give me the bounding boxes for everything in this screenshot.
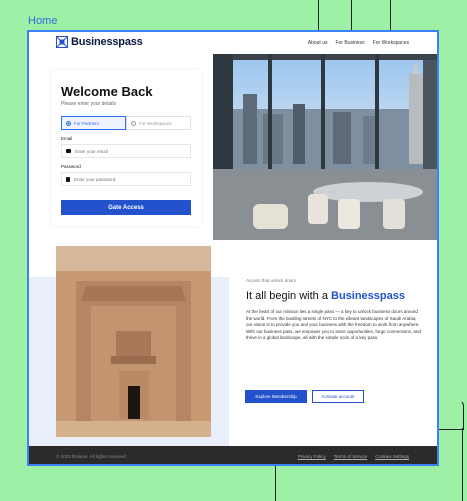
promo-body: At the heart of our mission lies a singl… bbox=[246, 309, 421, 340]
account-type-selector: For Partners For Workspaces bbox=[61, 116, 191, 130]
callout-line-activate-drop bbox=[462, 428, 463, 501]
top-navigation: Businesspass About us For Business For W… bbox=[29, 32, 437, 54]
radio-icon bbox=[66, 120, 71, 126]
password-input[interactable] bbox=[74, 176, 174, 182]
headline-brand: Businesspass bbox=[331, 290, 405, 302]
login-card: Welcome Back Please enter your details F… bbox=[51, 70, 201, 226]
callout-line-workspaces bbox=[390, 0, 391, 31]
option-label: For Partners bbox=[74, 120, 100, 126]
lock-icon bbox=[66, 176, 70, 182]
password-field[interactable] bbox=[61, 172, 191, 186]
brand-name: Businesspass bbox=[71, 36, 143, 48]
activate-account-button[interactable]: Activate account bbox=[312, 390, 364, 403]
footer-link-cookies-settings[interactable]: Cookies Settings bbox=[375, 454, 409, 459]
email-label: Email bbox=[61, 136, 73, 141]
promo-headline: It all begin with a Businesspass bbox=[246, 290, 405, 302]
mail-icon bbox=[66, 149, 71, 153]
password-label: Password bbox=[61, 164, 81, 169]
gate-access-button[interactable]: Gate Access bbox=[61, 200, 191, 215]
email-input[interactable] bbox=[75, 148, 175, 154]
option-for-partners[interactable]: For Partners bbox=[61, 116, 126, 130]
nav-link-about-us[interactable]: About us bbox=[308, 40, 328, 46]
callout-line-about bbox=[318, 0, 319, 31]
nav-link-for-business[interactable]: For Business bbox=[336, 40, 365, 46]
footer-links: Privacy Policy Terms of Service Cookies … bbox=[298, 454, 409, 459]
app-frame: Businesspass About us For Business For W… bbox=[27, 30, 439, 466]
tomb-facade-photo bbox=[56, 246, 211, 437]
radio-icon bbox=[131, 120, 136, 126]
brand-logo[interactable]: Businesspass bbox=[56, 36, 143, 48]
nav-links: About us For Business For Workspaces bbox=[308, 40, 409, 46]
businesspass-logo-icon bbox=[56, 36, 68, 48]
page-label: Home bbox=[28, 15, 58, 27]
explore-membership-button[interactable]: Explore Membership bbox=[245, 390, 307, 403]
copyright-text: © 2023 Rolume. All rights reserved. bbox=[56, 454, 127, 459]
email-field[interactable] bbox=[61, 144, 191, 158]
nav-link-for-workspaces[interactable]: For Workspaces bbox=[373, 40, 409, 46]
option-for-workspaces[interactable]: For Workspaces bbox=[126, 116, 191, 130]
headline-prefix: It all begin with a bbox=[246, 290, 331, 302]
office-skyline-photo bbox=[213, 54, 437, 240]
footer-link-terms-of-service[interactable]: Terms of Service bbox=[334, 454, 368, 459]
footer-link-privacy-policy[interactable]: Privacy Policy bbox=[298, 454, 326, 459]
option-label: For Workspaces bbox=[139, 120, 172, 126]
callout-line-business bbox=[351, 0, 352, 31]
login-subtitle: Please enter your details bbox=[61, 101, 117, 107]
promo-kicker: Access that unlock doors bbox=[246, 278, 297, 283]
login-title: Welcome Back bbox=[61, 84, 153, 99]
footer: © 2023 Rolume. All rights reserved. Priv… bbox=[29, 446, 437, 464]
